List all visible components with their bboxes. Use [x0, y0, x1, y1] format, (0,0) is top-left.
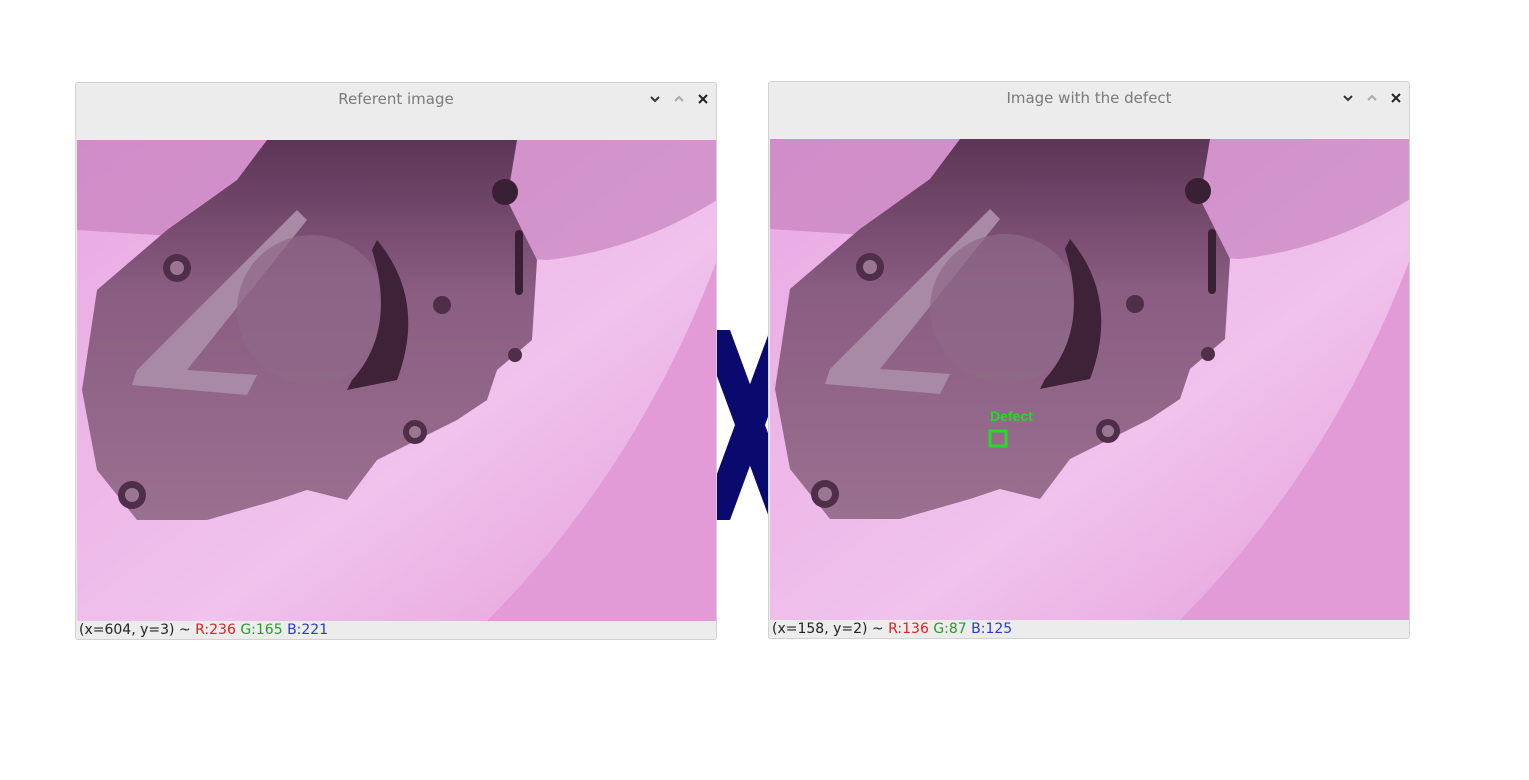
- desktop: Referent image (x=604, y=3) ~ R:236 G:16…: [0, 0, 1529, 780]
- chevron-up-icon[interactable]: [670, 90, 688, 108]
- window-title: Image with the defect: [1006, 89, 1172, 107]
- status-bar: (x=158, y=2) ~ R:136 G:87 B:125: [769, 620, 1409, 638]
- titlebar[interactable]: Image with the defect: [769, 82, 1409, 115]
- reference-image-window[interactable]: Referent image (x=604, y=3) ~ R:236 G:16…: [75, 82, 717, 640]
- titlebar[interactable]: Referent image: [76, 83, 716, 116]
- pixel-red-value: R:236: [195, 622, 236, 638]
- chevron-down-icon[interactable]: [1339, 89, 1357, 107]
- close-icon[interactable]: [1387, 89, 1405, 107]
- close-icon[interactable]: [694, 90, 712, 108]
- defect-image-window[interactable]: Image with the defect Defect (x=158, y=2…: [768, 81, 1410, 639]
- defect-image[interactable]: Defect: [770, 139, 1409, 620]
- pixel-red-value: R:136: [888, 621, 929, 637]
- pixel-blue-value: B:221: [287, 622, 329, 638]
- window-title: Referent image: [338, 90, 454, 108]
- status-bar: (x=604, y=3) ~ R:236 G:165 B:221: [76, 621, 716, 639]
- pixel-green-value: G:87: [933, 621, 967, 637]
- pixel-green-value: G:165: [240, 622, 283, 638]
- pixel-blue-value: B:125: [971, 621, 1013, 637]
- defect-label: Defect: [990, 408, 1033, 424]
- toolbar-area: [769, 115, 1409, 139]
- cursor-coords: (x=158, y=2) ~: [772, 621, 889, 637]
- reference-image[interactable]: [77, 140, 716, 621]
- cursor-coords: (x=604, y=3) ~: [79, 622, 196, 638]
- toolbar-area: [76, 116, 716, 140]
- chevron-up-icon[interactable]: [1363, 89, 1381, 107]
- chevron-down-icon[interactable]: [646, 90, 664, 108]
